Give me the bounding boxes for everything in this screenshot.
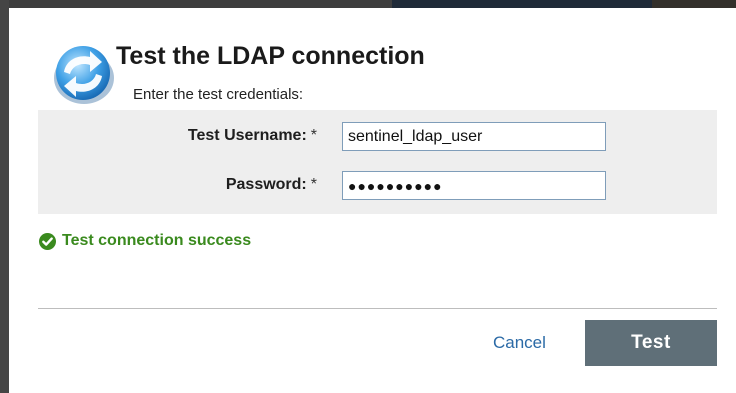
refresh-arrows-icon [54, 46, 114, 104]
username-input[interactable] [342, 122, 606, 151]
footer-divider [38, 308, 717, 309]
connection-status: Test connection success [39, 232, 251, 250]
dialog-title: Test the LDAP connection [116, 42, 425, 70]
password-required-marker: * [310, 176, 317, 193]
password-input[interactable] [342, 171, 606, 200]
window-top-bar-segment-right [652, 0, 736, 8]
password-label: Password: * [226, 176, 317, 194]
credentials-form: Test Username:* Password:* [38, 110, 717, 214]
username-required-marker: * [310, 127, 317, 144]
window-top-bar-segment [392, 0, 652, 8]
username-label-text: Test Username: [187, 127, 307, 144]
password-label-text: Password: [225, 176, 307, 193]
check-circle-icon [39, 232, 56, 250]
test-button[interactable]: Test [585, 320, 717, 366]
dialog-subtitle: Enter the test credentials: [133, 86, 304, 103]
username-label: Test Username: * [188, 127, 317, 145]
cancel-link[interactable]: Cancel [493, 333, 546, 353]
status-message: Test connection success [62, 232, 252, 249]
window-left-edge [0, 0, 9, 393]
